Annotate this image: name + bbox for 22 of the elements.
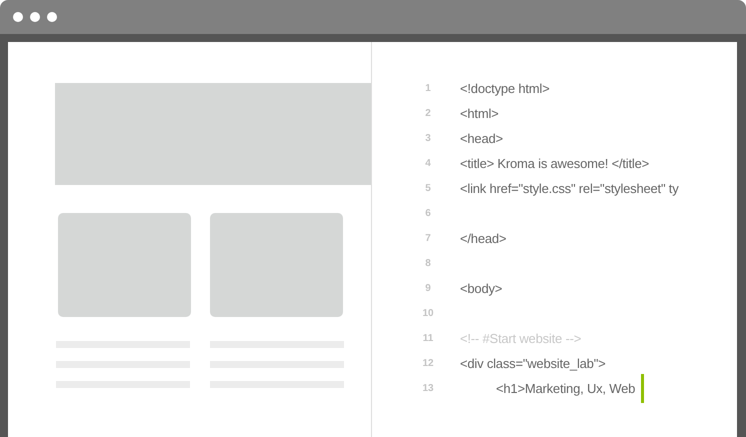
code-line: <head> xyxy=(460,131,503,146)
line-number: 3 xyxy=(424,133,432,144)
code-line: <html> xyxy=(460,106,499,121)
line-number: 1 xyxy=(424,83,432,94)
line-number: 12 xyxy=(421,358,435,369)
line-number: 7 xyxy=(424,233,432,244)
line-number: 13 xyxy=(421,383,435,394)
line-number: 11 xyxy=(422,333,434,344)
line-number: 9 xyxy=(424,283,432,294)
code-line: <!doctype html> xyxy=(460,81,550,96)
code-line: <link href="style.css" rel="stylesheet" ty xyxy=(460,181,679,196)
line-number: 10 xyxy=(421,308,435,319)
code-line: <h1>Marketing, Ux, Web xyxy=(496,381,636,396)
code-line: <title> Kroma is awesome! </title> xyxy=(460,156,650,171)
code-line: <body> xyxy=(460,281,502,296)
line-number: 4 xyxy=(424,158,432,169)
line-number: 8 xyxy=(424,258,432,269)
line-number: 2 xyxy=(424,108,432,119)
code-line: <div class="website_lab"> xyxy=(460,356,606,371)
code-line: </head> xyxy=(460,231,506,246)
line-number: 5 xyxy=(424,183,432,194)
line-number: 6 xyxy=(424,208,432,219)
